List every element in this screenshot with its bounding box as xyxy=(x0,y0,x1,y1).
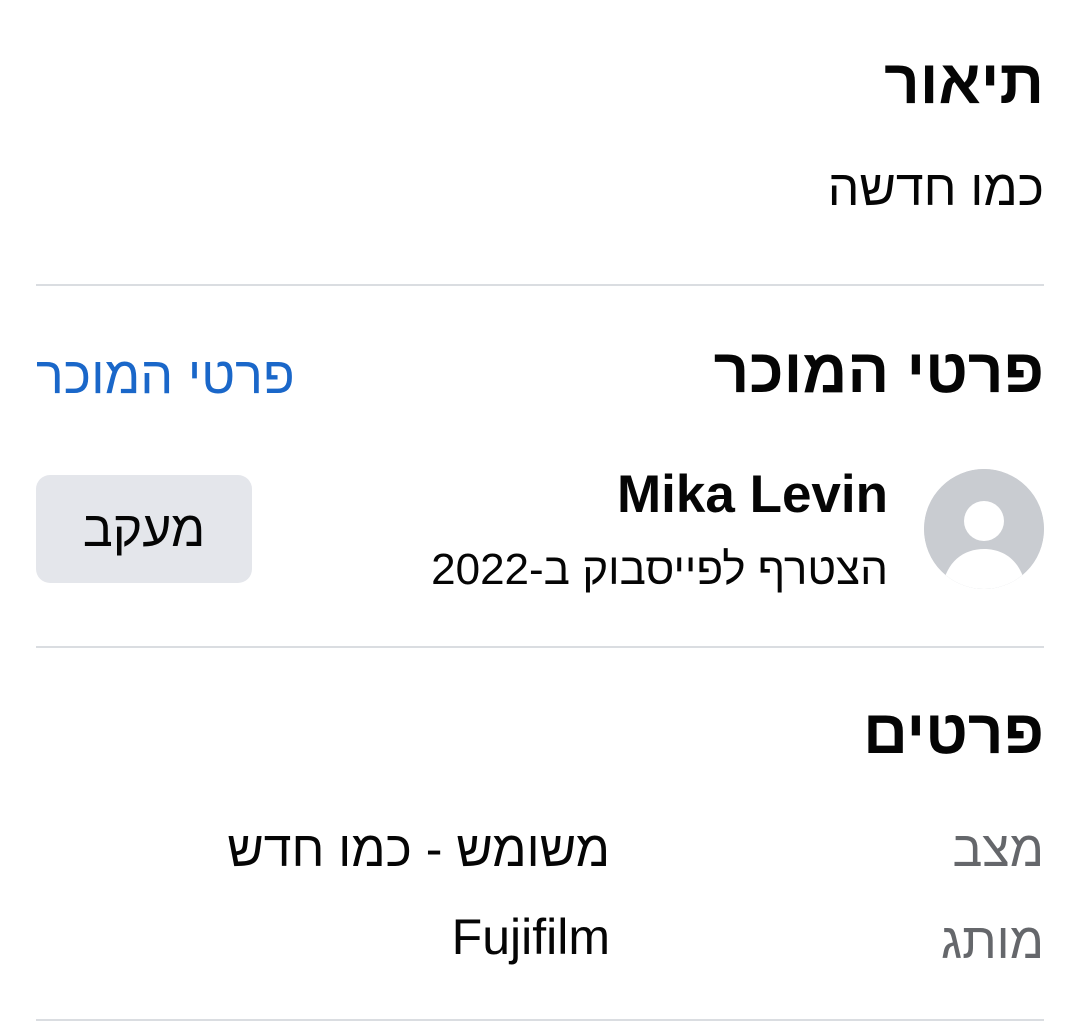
condition-value: משומש - כמו חדש xyxy=(227,821,610,877)
divider xyxy=(36,1019,1044,1021)
follow-button[interactable]: מעקב xyxy=(36,475,252,583)
seller-details-link[interactable]: פרטי המוכר xyxy=(36,350,295,402)
seller-joined-text: הצטרף לפייסבוק ב-2022 xyxy=(431,545,888,594)
description-text: כמו חדשה xyxy=(827,160,1044,216)
brand-value: Fujifilm xyxy=(451,909,610,965)
divider xyxy=(36,284,1044,286)
follow-button-label: מעקב xyxy=(82,501,206,557)
description-title: תיאור xyxy=(884,48,1044,117)
details-section-title: פרטים xyxy=(863,698,1044,767)
listing-details-page: תיאור כמו חדשה פרטי המוכר פרטי המוכר Mik… xyxy=(0,0,1080,1025)
brand-label: מותג xyxy=(940,913,1044,969)
seller-name[interactable]: Mika Levin xyxy=(617,468,888,521)
condition-label: מצב xyxy=(952,821,1044,877)
seller-section-title: פרטי המוכר xyxy=(713,337,1044,406)
default-avatar-icon xyxy=(924,469,1044,589)
seller-avatar[interactable] xyxy=(924,469,1044,589)
divider xyxy=(36,646,1044,648)
